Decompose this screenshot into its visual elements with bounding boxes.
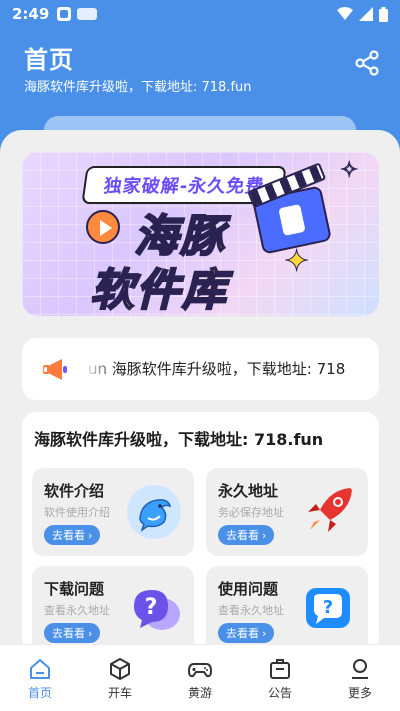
card-title: 下载问题 <box>44 580 105 598</box>
card-subtitle: 查看永久地址 <box>218 604 284 617</box>
banner-headline-2: 软件库 <box>89 264 228 316</box>
card-software-intro[interactable]: 软件介绍 软件使用介绍 去看看 › <box>32 468 194 556</box>
tab-label: 更多 <box>347 686 372 700</box>
announcement-bar[interactable]: un 海豚软件库升级啦，下载地址: 718 <box>22 338 379 400</box>
tab-home[interactable]: 首页 <box>0 645 80 711</box>
notification-badge-icon <box>77 8 98 20</box>
sparkle-icon: ✦ <box>283 244 310 280</box>
card-title: 永久地址 <box>218 482 279 500</box>
gamepad-icon <box>188 663 212 678</box>
wifi-icon <box>337 7 353 20</box>
home-icon <box>30 659 50 679</box>
announcement-text: un 海豚软件库升级啦，下载地址: 718 <box>88 360 346 378</box>
card-usage-issues[interactable]: 使用问题 查看永久地址 去看看 › ? <box>206 566 368 652</box>
user-icon <box>352 659 368 679</box>
marquee-fade <box>82 338 118 400</box>
megaphone-icon <box>43 359 67 380</box>
sparkle-icon: ✧ <box>339 158 359 184</box>
tab-games[interactable]: 黄游 <box>160 645 240 711</box>
tab-more[interactable]: 更多 <box>320 645 400 711</box>
tab-announcements[interactable]: 公告 <box>240 645 320 711</box>
card-subtitle: 软件使用介绍 <box>44 506 110 519</box>
card-go-button[interactable]: 去看看 › <box>44 525 101 545</box>
signal-icon <box>359 7 373 21</box>
card-go-label: 去看看 <box>226 627 259 640</box>
briefcase-icon <box>270 659 290 679</box>
card-subtitle: 务必保存地址 <box>218 506 284 519</box>
status-bar: 2:49 <box>0 0 400 28</box>
question-bubble-icon: ? <box>134 590 180 630</box>
card-go-label: 去看看 <box>52 529 85 542</box>
card-go-button[interactable]: 去看看 › <box>44 623 101 643</box>
tab-drive[interactable]: 开车 <box>80 645 160 711</box>
card-go-button[interactable]: 去看看 › <box>218 623 275 643</box>
tab-label: 黄游 <box>187 686 212 700</box>
play-icon <box>86 210 120 244</box>
share-icon[interactable] <box>354 50 380 76</box>
tab-label: 公告 <box>267 686 292 700</box>
tab-label: 开车 <box>107 686 132 700</box>
app-header: 首页 海豚软件库升级啦，下载地址: 718.fun <box>0 28 400 118</box>
card-subtitle: 查看永久地址 <box>44 604 110 617</box>
card-title: 使用问题 <box>218 580 279 598</box>
cube-icon <box>110 658 130 680</box>
page-title: 首页 <box>24 46 74 74</box>
page-subtitle: 海豚软件库升级啦，下载地址: 718.fun <box>24 80 252 95</box>
tab-label: 首页 <box>27 686 52 700</box>
chevron-right-icon: › <box>88 528 93 542</box>
chat-question-icon: ? <box>306 588 350 628</box>
status-time: 2:49 <box>12 5 50 23</box>
notification-app-icon <box>57 7 72 21</box>
panel-title: 海豚软件库升级啦，下载地址: 718.fun <box>34 430 324 449</box>
rocket-icon <box>308 488 352 532</box>
promo-banner[interactable]: 独家破解-永久免费 海豚 软件库 ✦ ✧ <box>22 152 379 316</box>
status-right <box>337 6 388 22</box>
card-go-label: 去看看 <box>52 627 85 640</box>
quick-links-panel: 海豚软件库升级啦，下载地址: 718.fun 软件介绍 软件使用介绍 去看看 › … <box>22 412 379 652</box>
chevron-right-icon: › <box>88 626 93 640</box>
dolphin-icon <box>127 485 181 539</box>
svg-text:?: ? <box>145 595 158 620</box>
chevron-right-icon: › <box>262 528 267 542</box>
card-permanent-address[interactable]: 永久地址 务必保存地址 去看看 › <box>206 468 368 556</box>
bottom-tab-bar: 首页 开车 黄游 公告 更多 <box>0 644 400 711</box>
chevron-right-icon: › <box>262 626 267 640</box>
card-download-issues[interactable]: 下载问题 查看永久地址 去看看 › ? <box>32 566 194 652</box>
card-go-label: 去看看 <box>226 529 259 542</box>
card-title: 软件介绍 <box>44 482 105 500</box>
battery-icon <box>379 6 388 22</box>
card-go-button[interactable]: 去看看 › <box>218 525 275 545</box>
svg-text:?: ? <box>323 597 333 618</box>
